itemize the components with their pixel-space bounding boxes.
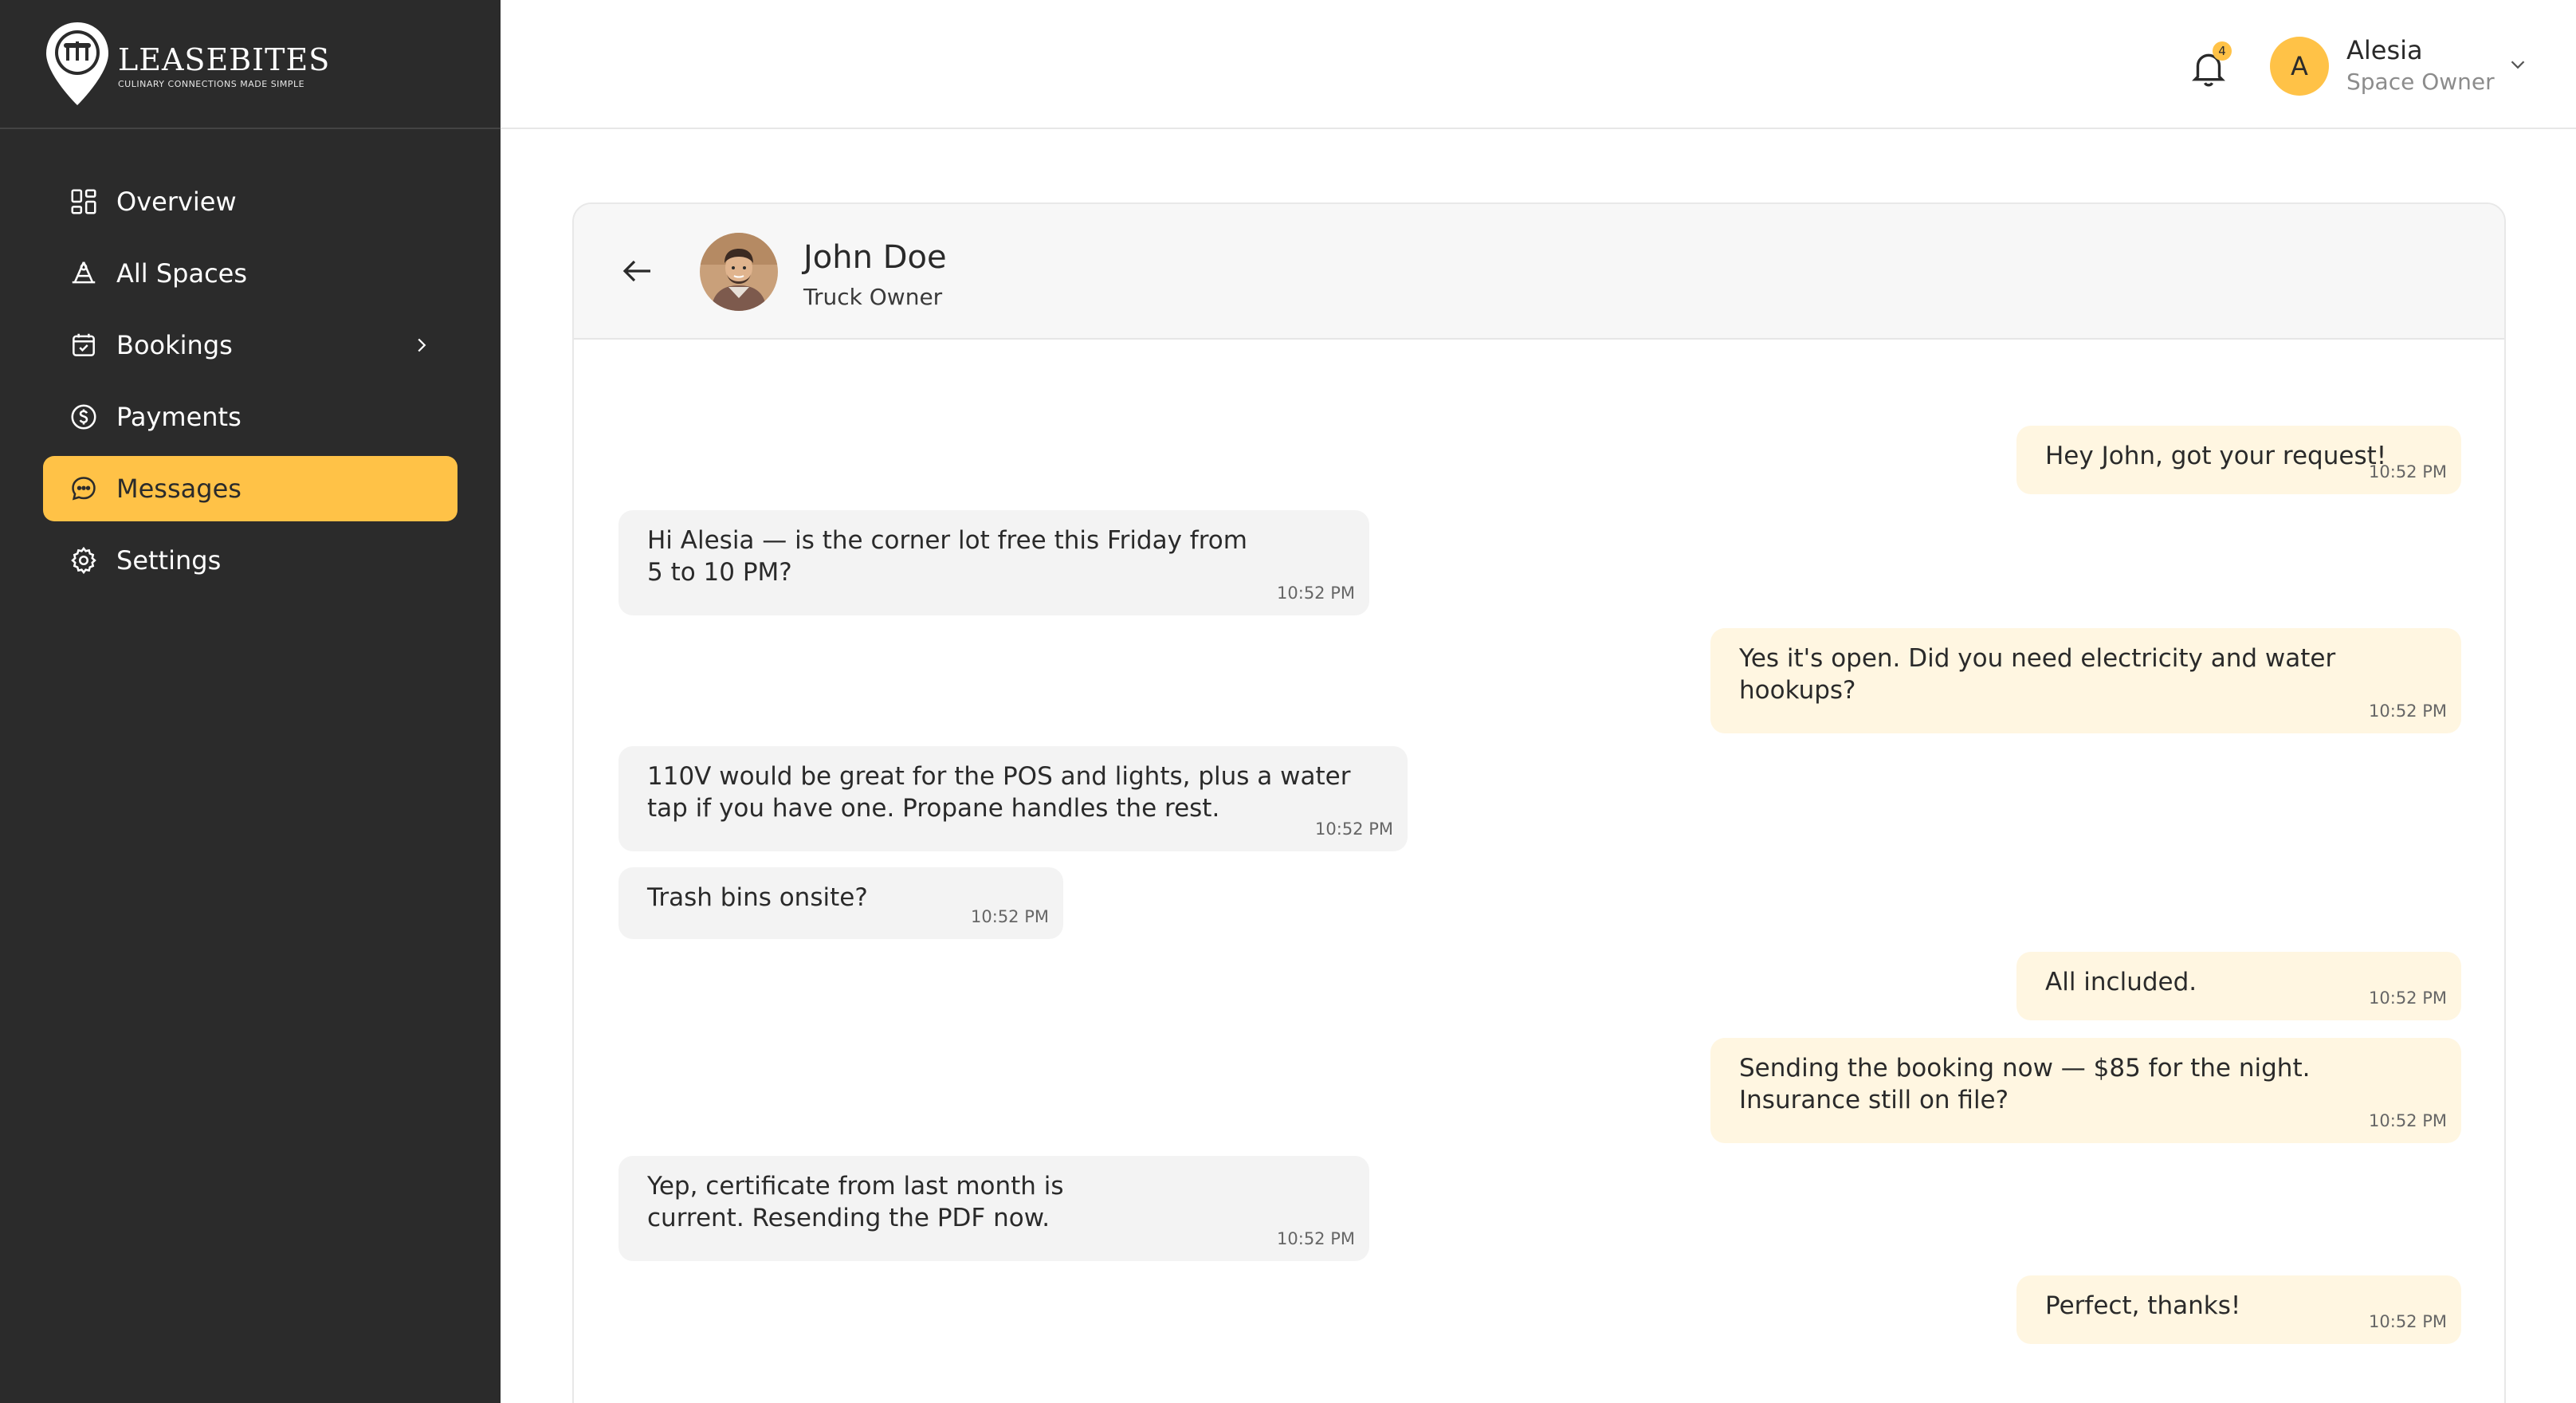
sidebar-item-label: Messages <box>116 474 242 504</box>
sidebar-item-overview[interactable]: Overview <box>43 169 457 234</box>
chat-panel: John Doe Truck Owner Hey John, got your … <box>572 202 2506 1403</box>
message-time: 10:52 PM <box>1315 819 1393 839</box>
message-text: Yep, certificate from last month is curr… <box>647 1172 1064 1232</box>
sidebar-item-all-spaces[interactable]: All Spaces <box>43 241 457 306</box>
notification-badge: 4 <box>2213 41 2232 61</box>
message-time: 10:52 PM <box>2369 988 2447 1008</box>
user-avatar[interactable]: A <box>2270 37 2329 96</box>
sidebar-item-label: All Spaces <box>116 258 248 289</box>
sidebar-item-bookings[interactable]: Bookings <box>43 312 457 378</box>
sidebar: LEASEBITES CULINARY CONNECTIONS MADE SIM… <box>0 0 501 1403</box>
chevron-right-icon[interactable] <box>410 333 434 357</box>
message-time: 10:52 PM <box>1277 1229 1355 1248</box>
user-name[interactable]: Alesia <box>2346 35 2423 65</box>
chat-bubble-icon <box>72 477 96 501</box>
message-outgoing: Sending the booking now — $85 for the ni… <box>1710 1038 2461 1143</box>
message-incoming: Yep, certificate from last month is curr… <box>618 1156 1369 1261</box>
gear-icon <box>71 546 96 575</box>
sidebar-item-label: Payments <box>116 402 242 432</box>
sidebar-item-messages[interactable]: Messages <box>43 456 457 521</box>
message-text: Sending the booking now — $85 for the ni… <box>1739 1054 2311 1114</box>
message-incoming: Trash bins onsite? 10:52 PM <box>618 867 1063 939</box>
message-time: 10:52 PM <box>2369 1111 2447 1130</box>
contact-name: John Doe <box>803 239 947 276</box>
message-time: 10:52 PM <box>2369 1312 2447 1331</box>
brand-tagline: CULINARY CONNECTIONS MADE SIMPLE <box>118 78 305 89</box>
message-text: 110V would be great for the POS and ligh… <box>647 762 1351 823</box>
message-time: 10:52 PM <box>2369 702 2447 721</box>
message-text: Hi Alesia — is the corner lot free this … <box>647 526 1247 587</box>
message-outgoing: All included. 10:52 PM <box>2016 952 2461 1020</box>
message-outgoing: Yes it's open. Did you need electricity … <box>1710 628 2461 733</box>
person-avatar-icon <box>700 233 778 311</box>
brand-name: LEASEBITES <box>118 41 331 77</box>
message-text: Yes it's open. Did you need electricity … <box>1739 644 2336 705</box>
location-pin-logo-icon <box>46 22 108 105</box>
message-time: 10:52 PM <box>971 907 1049 926</box>
sidebar-item-settings[interactable]: Settings <box>43 528 457 593</box>
message-time: 10:52 PM <box>1277 584 1355 603</box>
sidebar-item-label: Settings <box>116 545 222 576</box>
sidebar-item-label: Overview <box>116 187 237 217</box>
brand-logo[interactable]: LEASEBITES CULINARY CONNECTIONS MADE SIM… <box>0 0 501 129</box>
message-outgoing: Perfect, thanks! 10:52 PM <box>2016 1275 2461 1344</box>
contact-role: Truck Owner <box>803 284 943 310</box>
sidebar-nav: Overview All Spaces Bookings Payments Me… <box>43 169 457 599</box>
message-incoming: 110V would be great for the POS and ligh… <box>618 746 1408 851</box>
contact-avatar[interactable] <box>700 233 778 311</box>
message-time: 10:52 PM <box>2369 462 2447 481</box>
message-outgoing: Hey John, got your request! 10:52 PM <box>2016 426 2461 494</box>
sidebar-item-payments[interactable]: Payments <box>43 384 457 450</box>
spaces-icon <box>72 261 96 284</box>
chevron-down-icon[interactable] <box>2506 53 2530 77</box>
dollar-circle-icon <box>71 404 96 430</box>
back-arrow-icon[interactable] <box>618 252 657 290</box>
chat-header: John Doe Truck Owner <box>574 204 2504 340</box>
grid-icon <box>71 189 96 214</box>
top-header: 4 A Alesia Space Owner <box>501 0 2576 129</box>
message-incoming: Hi Alesia — is the corner lot free this … <box>618 510 1369 615</box>
user-role: Space Owner <box>2346 69 2495 95</box>
sidebar-item-label: Bookings <box>116 330 233 360</box>
calendar-icon <box>73 333 95 356</box>
